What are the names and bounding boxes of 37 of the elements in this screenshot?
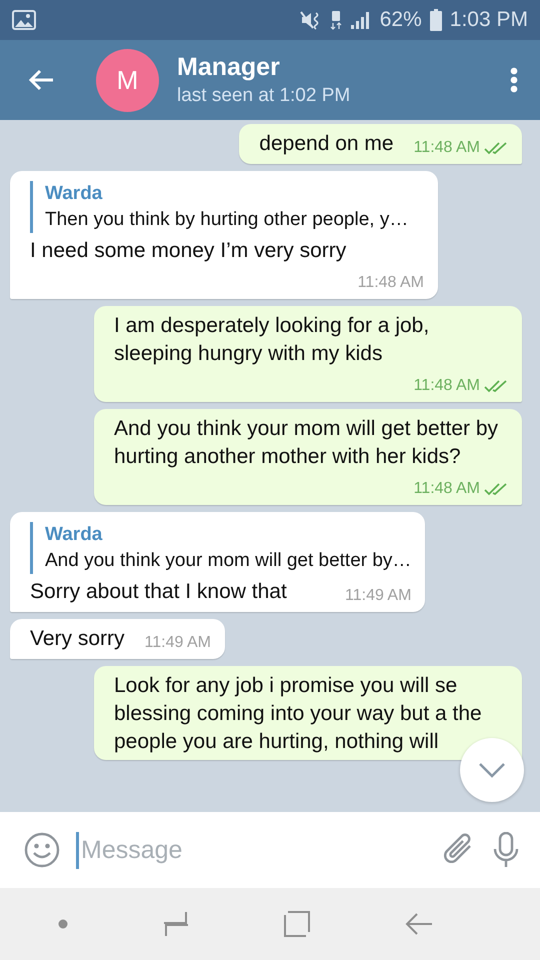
chevron-down-icon — [478, 762, 506, 778]
message-time: 11:48 AM — [358, 273, 424, 293]
battery-percent: 62% — [380, 8, 422, 32]
message-text: depend on me — [259, 131, 394, 157]
scroll-down-button[interactable] — [460, 738, 524, 802]
more-menu-icon[interactable] — [510, 67, 518, 93]
message-text: Very sorry — [30, 626, 125, 652]
message-text: Look for any job i promise you will se blessing coming into your way but a the people you are hurting, nothing will — [114, 673, 483, 755]
message-text: I need some money I’m very sorry — [30, 238, 346, 264]
message-time: 11:48 AM — [414, 479, 480, 499]
message-text: And you think your mom will get better by hurting another mother with her kids? — [114, 416, 500, 470]
avatar[interactable]: M — [96, 48, 159, 112]
clock: 1:03 PM — [450, 8, 528, 32]
reply-author: Warda — [45, 523, 104, 547]
reply-text: And you think your mom will get better by… — [45, 549, 412, 573]
dot-icon[interactable] — [58, 919, 68, 929]
signal-icon — [350, 10, 372, 30]
message-time: 11:49 AM — [345, 586, 412, 606]
message-text: I am desperately looking for a job, sleeping hungry with my kids — [114, 313, 430, 367]
reply-author: Warda — [45, 182, 104, 206]
emoji-icon[interactable] — [24, 832, 60, 868]
message-time: 11:48 AM — [414, 138, 480, 158]
message-text: Sorry about that I know that — [30, 579, 287, 605]
message-time: 11:49 AM — [144, 633, 211, 653]
home-icon[interactable] — [284, 911, 310, 937]
back-arrow-icon[interactable] — [28, 69, 54, 91]
battery-icon — [430, 9, 442, 31]
contact-name: Manager — [177, 52, 281, 83]
message-input[interactable]: Message — [76, 832, 426, 868]
last-seen-status: last seen at 1:02 PM — [177, 84, 352, 108]
reply-text: Then you think by hurting other people, y… — [45, 208, 410, 232]
recent-apps-icon[interactable] — [162, 911, 188, 937]
microphone-icon[interactable] — [492, 832, 520, 868]
message-time: 11:48 AM — [414, 376, 480, 396]
image-icon — [12, 10, 36, 30]
network-icon — [330, 9, 342, 31]
back-icon[interactable] — [404, 911, 432, 937]
